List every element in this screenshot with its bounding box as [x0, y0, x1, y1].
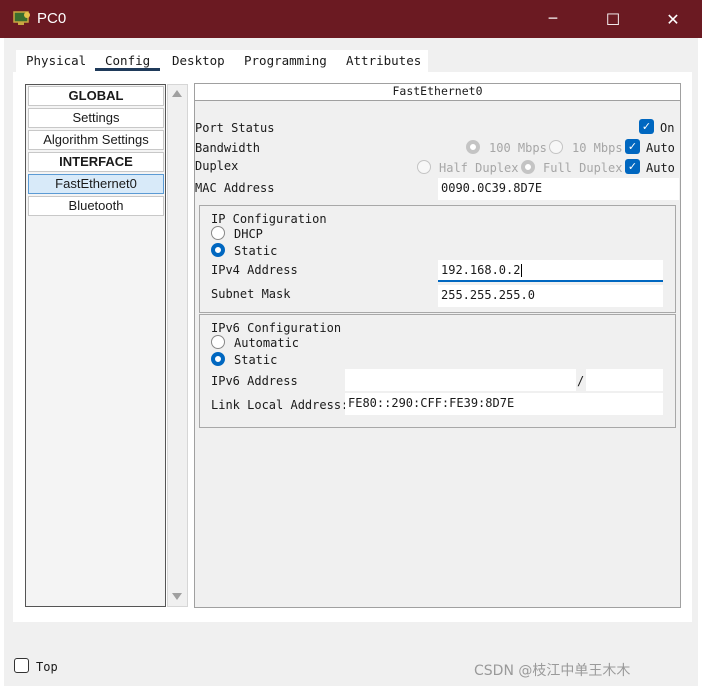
ipv6-automatic-radio[interactable]	[211, 335, 225, 349]
ipv6-automatic-label: Automatic	[234, 336, 300, 350]
ipv6-address-input[interactable]	[345, 369, 576, 391]
link-local-address-label: Link Local Address:	[211, 398, 349, 412]
maximize-button[interactable]: ☐	[590, 0, 636, 38]
tab-programming[interactable]: Programming	[234, 50, 336, 72]
port-status-checkbox[interactable]: ✓	[639, 119, 654, 134]
sidebar-scrollbar[interactable]	[167, 84, 188, 607]
sidebar-item-settings[interactable]: Settings	[28, 108, 164, 128]
bandwidth-auto-label: Auto	[646, 141, 675, 155]
ipv6-prefix-input[interactable]	[586, 369, 663, 391]
half-duplex-radio[interactable]	[417, 160, 431, 174]
bandwidth-100mbps-radio[interactable]	[466, 140, 480, 154]
ipv6-address-label: IPv6 Address	[211, 374, 298, 388]
ipv6-static-label: Static	[234, 353, 278, 367]
close-button[interactable]: ✕	[650, 0, 696, 38]
mac-address-field[interactable]: 0090.0C39.8D7E	[438, 178, 679, 200]
subnet-mask-label: Subnet Mask	[211, 287, 291, 301]
ipv6-configuration-title: IPv6 Configuration	[211, 321, 342, 335]
tab-physical[interactable]: Physical	[16, 50, 95, 72]
full-duplex-label: Full Duplex	[543, 161, 623, 175]
duplex-auto-label: Auto	[646, 161, 675, 175]
tab-desktop[interactable]: Desktop	[162, 50, 234, 72]
dhcp-radio[interactable]	[211, 226, 225, 240]
ipv4-static-label: Static	[234, 244, 278, 258]
dhcp-label: DHCP	[234, 227, 263, 241]
watermark: CSDN @枝江中单王木木	[474, 663, 631, 679]
check-icon: ✓	[627, 140, 638, 153]
sidebar-item-fastethernet0[interactable]: FastEthernet0	[28, 174, 164, 194]
full-duplex-radio[interactable]	[521, 160, 535, 174]
sidebar-item-algorithm-settings[interactable]: Algorithm Settings	[28, 130, 164, 150]
sidebar-item-bluetooth[interactable]: Bluetooth	[28, 196, 164, 216]
check-icon: ✓	[641, 120, 652, 133]
pc-app-icon	[13, 11, 30, 25]
ip-configuration-title: IP Configuration	[211, 212, 327, 226]
bandwidth-auto-checkbox[interactable]: ✓	[625, 139, 640, 154]
ipv4-address-value: 192.168.0.2	[441, 263, 521, 277]
minimize-icon: ─	[548, 11, 558, 27]
top-checkbox[interactable]	[14, 658, 29, 673]
bandwidth-10mbps-radio[interactable]	[549, 140, 563, 154]
subnet-mask-input[interactable]: 255.255.255.0	[438, 285, 663, 307]
ipv4-address-input[interactable]: 192.168.0.2	[438, 260, 663, 282]
port-status-label: Port Status	[195, 121, 275, 135]
scroll-up-icon[interactable]	[172, 90, 182, 97]
ipv4-address-label: IPv4 Address	[211, 263, 298, 277]
close-icon: ✕	[666, 9, 680, 29]
ipv4-static-radio[interactable]	[211, 243, 225, 257]
bandwidth-10mbps-label: 10 Mbps	[572, 141, 623, 155]
sidebar-header-global[interactable]: GLOBAL	[28, 86, 164, 106]
half-duplex-label: Half Duplex	[439, 161, 519, 175]
ipv6-prefix-separator: /	[577, 374, 585, 388]
window-title: PC0	[37, 10, 67, 27]
bandwidth-label: Bandwidth	[195, 141, 261, 155]
ipv6-static-radio[interactable]	[211, 352, 225, 366]
tab-attributes[interactable]: Attributes	[336, 50, 428, 72]
active-tab-indicator	[95, 68, 160, 71]
link-local-address-field[interactable]: FE80::290:CFF:FE39:8D7E	[345, 393, 663, 415]
bandwidth-100mbps-label: 100 Mbps	[489, 141, 547, 155]
maximize-icon: ☐	[605, 9, 621, 29]
minimize-button[interactable]: ─	[530, 0, 576, 38]
check-icon: ✓	[627, 160, 638, 173]
duplex-auto-checkbox[interactable]: ✓	[625, 159, 640, 174]
scroll-down-icon[interactable]	[172, 593, 182, 600]
duplex-label: Duplex	[195, 159, 239, 173]
sidebar-header-interface[interactable]: INTERFACE	[28, 152, 164, 172]
mac-address-label: MAC Address	[195, 181, 275, 195]
port-status-on-label: On	[660, 121, 675, 135]
top-label: Top	[36, 660, 58, 674]
panel-title: FastEthernet0	[195, 84, 680, 101]
